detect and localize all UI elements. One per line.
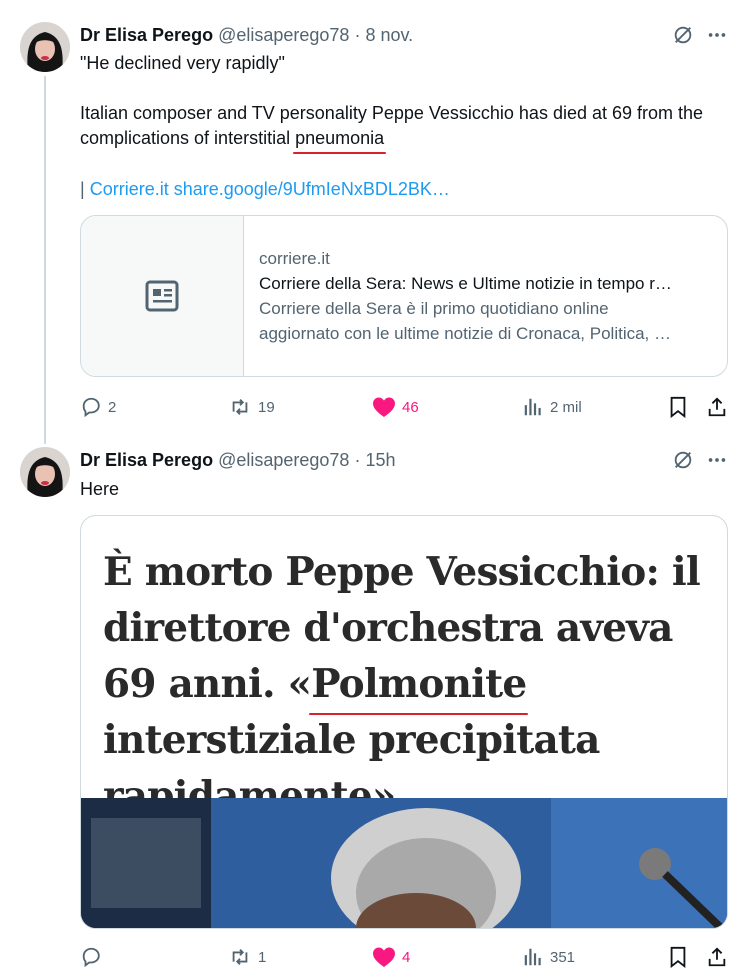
- views-count: 2 mil: [550, 398, 582, 416]
- header-separator: ·: [354, 25, 361, 45]
- bookmark-button[interactable]: [668, 943, 688, 971]
- card-description-line-2: aggiornato con le ultime notizie di Cron…: [259, 324, 671, 343]
- share-icon: [708, 947, 726, 967]
- like-count: 4: [402, 948, 411, 966]
- repost-icon: [232, 399, 248, 415]
- grok-icon[interactable]: [670, 447, 696, 473]
- repost-count: 19: [258, 398, 275, 416]
- card-domain: corriere.it: [259, 249, 330, 268]
- headline-highlight: Polmonite: [309, 656, 529, 715]
- share-button[interactable]: [706, 943, 728, 971]
- highlighted-word: pneumonia: [293, 126, 387, 154]
- views-count: 351: [550, 948, 576, 966]
- reply-count: 2: [108, 398, 117, 416]
- article-icon: [145, 280, 179, 312]
- views-icon: [524, 948, 541, 966]
- article-photo: [81, 798, 727, 928]
- like-count: 46: [402, 398, 419, 416]
- tweet-actions: 1 4 351: [80, 943, 730, 971]
- heart-icon: [373, 397, 395, 417]
- card-thumbnail: [81, 216, 244, 376]
- tweet-body: Here: [80, 479, 120, 499]
- article-link[interactable]: Corriere.it share.google/9UfmIeNxBDL2BK…: [90, 179, 450, 199]
- link-preview-card[interactable]: corriere.it Corriere della Sera: News e …: [80, 215, 728, 377]
- like-button[interactable]: 46: [372, 393, 419, 421]
- tweet-header: Dr Elisa Perego @elisaperego78 · 8 nov.: [80, 24, 413, 46]
- more-icon[interactable]: [704, 22, 730, 48]
- reply-button[interactable]: [80, 943, 108, 971]
- card-title: Corriere della Sera: News e Ultime notiz…: [259, 274, 672, 293]
- avatar[interactable]: [20, 22, 70, 72]
- thread-connector: [44, 76, 46, 444]
- tweet-link-line: | Corriere.it share.google/9UfmIeNxBDL2B…: [80, 177, 450, 202]
- reply-button[interactable]: 2: [80, 393, 116, 421]
- author-name[interactable]: Dr Elisa Perego: [80, 450, 213, 470]
- views-button[interactable]: 351: [522, 943, 575, 971]
- tweet-body: Italian composer and TV personality Pepp…: [80, 101, 730, 154]
- repost-icon: [232, 949, 248, 965]
- author-handle[interactable]: @elisaperego78: [218, 450, 349, 470]
- share-button[interactable]: [706, 393, 728, 421]
- repost-button[interactable]: 1: [228, 943, 266, 971]
- bookmark-button[interactable]: [668, 393, 688, 421]
- grok-icon[interactable]: [670, 22, 696, 48]
- tweet-header: Dr Elisa Perego @elisaperego78 · 15h: [80, 449, 396, 471]
- author-handle[interactable]: @elisaperego78: [218, 25, 349, 45]
- tweet-quote-line: "He declined very rapidly": [80, 53, 285, 73]
- card-body: corriere.it Corriere della Sera: News e …: [259, 246, 709, 346]
- reply-icon: [82, 947, 100, 968]
- reply-icon: [82, 397, 100, 418]
- views-icon: [524, 398, 541, 416]
- tweet-timestamp[interactable]: 8 nov.: [365, 25, 413, 45]
- more-icon[interactable]: [704, 447, 730, 473]
- article-headline: È morto Peppe Vessicchio: il direttore d…: [103, 544, 713, 824]
- repost-count: 1: [258, 948, 267, 966]
- tweet-media-image[interactable]: È morto Peppe Vessicchio: il direttore d…: [80, 515, 728, 929]
- views-button[interactable]: 2 mil: [522, 393, 582, 421]
- like-button[interactable]: 4: [372, 943, 410, 971]
- bookmark-icon: [670, 946, 686, 968]
- tweet-actions: 2 19 46 2 mil: [80, 393, 730, 421]
- header-separator: ·: [354, 450, 361, 470]
- bookmark-icon: [670, 396, 686, 418]
- repost-button[interactable]: 19: [228, 393, 275, 421]
- share-icon: [708, 397, 726, 417]
- tweet-body-text: Italian composer and TV personality Pepp…: [80, 103, 704, 148]
- tweet-timestamp[interactable]: 15h: [365, 450, 395, 470]
- heart-icon: [373, 947, 395, 967]
- card-description-line-1: Corriere della Sera è il primo quotidian…: [259, 299, 609, 318]
- author-name[interactable]: Dr Elisa Perego: [80, 25, 213, 45]
- avatar[interactable]: [20, 447, 70, 497]
- link-prefix: |: [80, 179, 85, 199]
